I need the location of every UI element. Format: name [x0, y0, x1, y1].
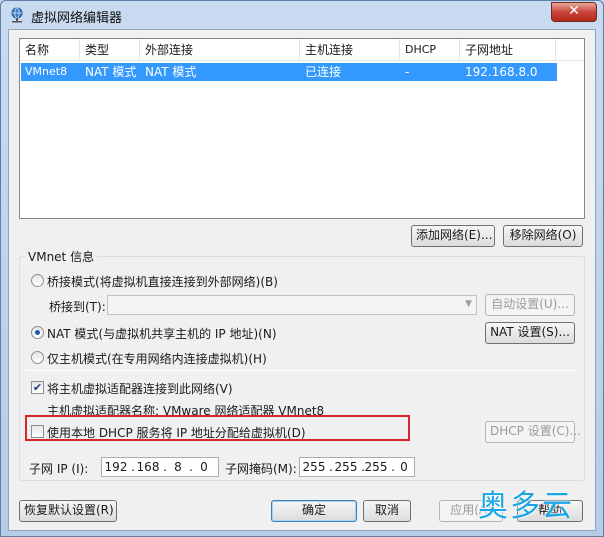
bridge-to-label: 桥接到(T):: [49, 300, 106, 314]
use-dhcp-label[interactable]: 使用本地 DHCP 服务将 IP 地址分配给虚拟机(D): [47, 424, 306, 441]
subnet-mask-octet-3[interactable]: 255: [364, 460, 388, 474]
column-header-dhcp[interactable]: DHCP: [400, 39, 460, 61]
connect-adapter-checkbox[interactable]: ✔: [31, 381, 44, 394]
subnet-ip-octet-4[interactable]: 0: [192, 460, 216, 474]
virtual-network-editor-window: 虚拟网络编辑器 ✕ 名称 类型 外部连接 主机连接 DHCP 子网地址 VMne…: [0, 0, 604, 537]
subnet-mask-label: 子网掩码(M):: [225, 462, 297, 476]
subnet-ip-octet-1[interactable]: 192: [104, 460, 128, 474]
connect-adapter-label[interactable]: 将主机虚拟适配器连接到此网络(V): [47, 380, 233, 397]
use-dhcp-checkbox[interactable]: [31, 425, 44, 438]
ok-button[interactable]: 确定: [271, 500, 357, 522]
subnet-mask-octet-4[interactable]: 0: [392, 460, 416, 474]
chevron-down-icon: ▼: [465, 299, 472, 309]
close-icon: ✕: [568, 3, 580, 19]
cell-subnet: 192.168.8.0: [465, 65, 538, 79]
restore-defaults-button[interactable]: 恢复默认设置(R): [19, 500, 117, 522]
table-row[interactable]: VMnet8 NAT 模式 NAT 模式 已连接 - 192.168.8.0: [21, 63, 557, 81]
subnet-ip-label: 子网 IP (I):: [29, 462, 89, 476]
cell-name: VMnet8: [25, 65, 68, 78]
bridge-mode-label[interactable]: 桥接模式(将虚拟机直接连接到外部网络)(B): [47, 273, 278, 290]
network-list[interactable]: 名称 类型 外部连接 主机连接 DHCP 子网地址 VMnet8 NAT 模式 …: [19, 38, 585, 219]
cell-dhcp: -: [405, 65, 410, 79]
column-header-external[interactable]: 外部连接: [140, 39, 300, 61]
close-button[interactable]: ✕: [551, 2, 597, 22]
column-header-host[interactable]: 主机连接: [300, 39, 400, 61]
subnet-mask-input[interactable]: 255 . 255 . 255 . 0: [299, 457, 415, 477]
column-header-subnet[interactable]: 子网地址: [460, 39, 556, 61]
subnet-ip-octet-2[interactable]: 168: [136, 460, 160, 474]
vmnet-info-title: VMnet 信息: [25, 248, 98, 265]
network-globe-icon: [11, 7, 23, 23]
column-header-type[interactable]: 类型: [80, 39, 140, 61]
title-bar[interactable]: 虚拟网络编辑器 ✕: [1, 1, 603, 29]
column-header-name[interactable]: 名称: [20, 39, 80, 61]
subnet-mask-octet-2[interactable]: 255: [334, 460, 358, 474]
nat-settings-button[interactable]: NAT 设置(S)...: [485, 322, 575, 344]
bridge-mode-radio[interactable]: [31, 274, 44, 287]
cell-host: 已连接: [305, 65, 342, 79]
auto-settings-button[interactable]: 自动设置(U)...: [485, 294, 575, 316]
checkmark-icon: ✔: [32, 381, 43, 394]
network-list-header: 名称 类型 外部连接 主机连接 DHCP 子网地址: [20, 39, 584, 61]
remove-network-button[interactable]: 移除网络(O): [503, 225, 583, 247]
host-only-label[interactable]: 仅主机模式(在专用网络内连接虚拟机)(H): [47, 350, 267, 367]
nat-mode-radio[interactable]: [31, 326, 44, 339]
add-network-button[interactable]: 添加网络(E)...: [411, 225, 495, 247]
nat-mode-label[interactable]: NAT 模式(与虚拟机共享主机的 IP 地址)(N): [47, 325, 277, 342]
cell-external: NAT 模式: [145, 65, 197, 79]
subnet-mask-octet-1[interactable]: 255: [302, 460, 326, 474]
group-separator: [25, 370, 577, 371]
cell-type: NAT 模式: [85, 65, 137, 79]
dhcp-settings-button[interactable]: DHCP 设置(C)...: [485, 421, 581, 443]
host-only-radio[interactable]: [31, 351, 44, 364]
subnet-ip-input[interactable]: 192 . 168 . 8 . 0: [101, 457, 219, 477]
watermark-logo: 奥多云: [478, 489, 574, 524]
cancel-button[interactable]: 取消: [363, 500, 411, 522]
dialog-client-area: 名称 类型 外部连接 主机连接 DHCP 子网地址 VMnet8 NAT 模式 …: [8, 29, 596, 531]
window-title: 虚拟网络编辑器: [31, 11, 123, 26]
bridge-to-select[interactable]: ▼: [107, 295, 477, 315]
